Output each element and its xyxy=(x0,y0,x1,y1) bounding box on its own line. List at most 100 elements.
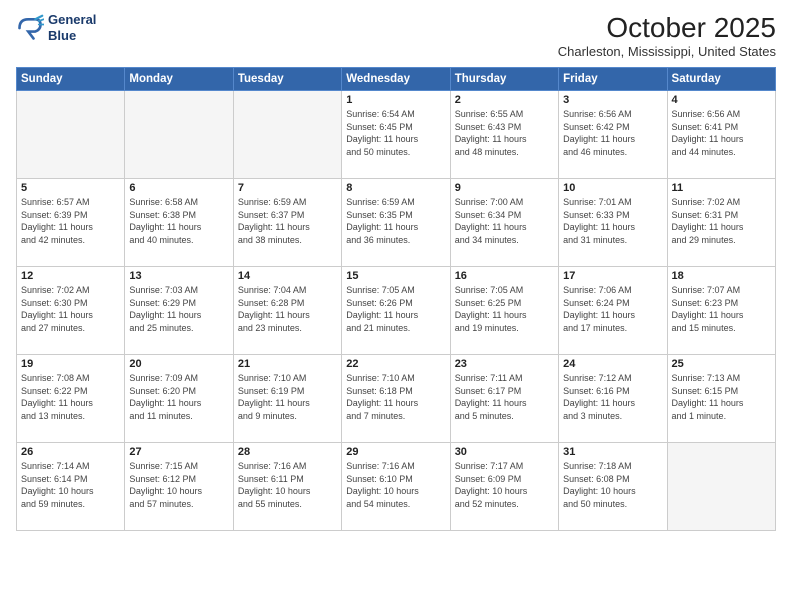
day-cell: 1 Sunrise: 6:54 AM Sunset: 6:45 PM Daylig… xyxy=(342,91,450,179)
day-cell: 11 Sunrise: 7:02 AM Sunset: 6:31 PM Dayli… xyxy=(667,179,775,267)
day-cell: 6 Sunrise: 6:58 AM Sunset: 6:38 PM Daylig… xyxy=(125,179,233,267)
day-info: Sunrise: 7:15 AM Sunset: 6:12 PM Dayligh… xyxy=(129,460,228,510)
day-cell: 27 Sunrise: 7:15 AM Sunset: 6:12 PM Dayli… xyxy=(125,443,233,531)
day-cell: 31 Sunrise: 7:18 AM Sunset: 6:08 PM Dayli… xyxy=(559,443,667,531)
day-cell: 12 Sunrise: 7:02 AM Sunset: 6:30 PM Dayli… xyxy=(17,267,125,355)
day-cell: 16Sunrise: 7:05 AM Sunset: 6:25 PM Dayli… xyxy=(450,267,558,355)
day-cell: 25Sunrise: 7:13 AM Sunset: 6:15 PM Dayli… xyxy=(667,355,775,443)
day-number: 7 xyxy=(238,182,337,194)
day-info: Sunrise: 7:16 AM Sunset: 6:11 PM Dayligh… xyxy=(238,460,337,510)
subtitle: Charleston, Mississippi, United States xyxy=(558,44,776,59)
day-cell: 10Sunrise: 7:01 AM Sunset: 6:33 PM Dayli… xyxy=(559,179,667,267)
day-info: Sunrise: 6:55 AM Sunset: 6:43 PM Dayligh… xyxy=(455,108,554,158)
week-row-0: 1 Sunrise: 6:54 AM Sunset: 6:45 PM Daylig… xyxy=(17,91,776,179)
day-info: Sunrise: 7:10 AM Sunset: 6:18 PM Dayligh… xyxy=(346,372,445,422)
day-number: 29 xyxy=(346,446,445,458)
day-cell: 4 Sunrise: 6:56 AM Sunset: 6:41 PM Daylig… xyxy=(667,91,775,179)
day-info: Sunrise: 7:03 AM Sunset: 6:29 PM Dayligh… xyxy=(129,284,228,334)
logo-text: General Blue xyxy=(48,12,96,43)
day-info: Sunrise: 7:09 AM Sunset: 6:20 PM Dayligh… xyxy=(129,372,228,422)
day-number: 18 xyxy=(672,270,771,282)
day-number: 21 xyxy=(238,358,337,370)
logo: General Blue xyxy=(16,12,96,43)
day-cell: 21 Sunrise: 7:10 AM Sunset: 6:19 PM Dayli… xyxy=(233,355,341,443)
day-cell: 3Sunrise: 6:56 AM Sunset: 6:42 PM Daylig… xyxy=(559,91,667,179)
day-number: 2 xyxy=(455,94,554,106)
day-number: 4 xyxy=(672,94,771,106)
day-info: Sunrise: 7:05 AM Sunset: 6:26 PM Dayligh… xyxy=(346,284,445,334)
day-info: Sunrise: 7:01 AM Sunset: 6:33 PM Dayligh… xyxy=(563,196,662,246)
week-row-3: 19 Sunrise: 7:08 AM Sunset: 6:22 PM Dayli… xyxy=(17,355,776,443)
day-cell: 5 Sunrise: 6:57 AM Sunset: 6:39 PM Daylig… xyxy=(17,179,125,267)
day-number: 17 xyxy=(563,270,662,282)
day-info: Sunrise: 6:59 AM Sunset: 6:35 PM Dayligh… xyxy=(346,196,445,246)
day-info: Sunrise: 7:16 AM Sunset: 6:10 PM Dayligh… xyxy=(346,460,445,510)
header: General Blue October 2025 Charleston, Mi… xyxy=(16,12,776,59)
day-number: 31 xyxy=(563,446,662,458)
col-sunday: Sunday xyxy=(17,68,125,91)
day-number: 6 xyxy=(129,182,228,194)
day-cell: 28 Sunrise: 7:16 AM Sunset: 6:11 PM Dayli… xyxy=(233,443,341,531)
day-number: 1 xyxy=(346,94,445,106)
day-info: Sunrise: 6:54 AM Sunset: 6:45 PM Dayligh… xyxy=(346,108,445,158)
day-cell: 22Sunrise: 7:10 AM Sunset: 6:18 PM Dayli… xyxy=(342,355,450,443)
day-info: Sunrise: 6:56 AM Sunset: 6:41 PM Dayligh… xyxy=(672,108,771,158)
day-info: Sunrise: 7:14 AM Sunset: 6:14 PM Dayligh… xyxy=(21,460,120,510)
page: General Blue October 2025 Charleston, Mi… xyxy=(0,0,792,612)
day-cell: 2 Sunrise: 6:55 AM Sunset: 6:43 PM Daylig… xyxy=(450,91,558,179)
col-monday: Monday xyxy=(125,68,233,91)
day-number: 3 xyxy=(563,94,662,106)
day-info: Sunrise: 7:06 AM Sunset: 6:24 PM Dayligh… xyxy=(563,284,662,334)
day-info: Sunrise: 7:18 AM Sunset: 6:08 PM Dayligh… xyxy=(563,460,662,510)
day-info: Sunrise: 6:58 AM Sunset: 6:38 PM Dayligh… xyxy=(129,196,228,246)
day-number: 14 xyxy=(238,270,337,282)
day-info: Sunrise: 6:57 AM Sunset: 6:39 PM Dayligh… xyxy=(21,196,120,246)
day-number: 24 xyxy=(563,358,662,370)
day-cell: 23Sunrise: 7:11 AM Sunset: 6:17 PM Dayli… xyxy=(450,355,558,443)
day-number: 15 xyxy=(346,270,445,282)
day-number: 19 xyxy=(21,358,120,370)
title-block: October 2025 Charleston, Mississippi, Un… xyxy=(558,12,776,59)
col-tuesday: Tuesday xyxy=(233,68,341,91)
day-number: 9 xyxy=(455,182,554,194)
day-number: 28 xyxy=(238,446,337,458)
day-number: 8 xyxy=(346,182,445,194)
day-cell xyxy=(125,91,233,179)
day-cell: 15 Sunrise: 7:05 AM Sunset: 6:26 PM Dayli… xyxy=(342,267,450,355)
day-number: 5 xyxy=(21,182,120,194)
day-info: Sunrise: 7:02 AM Sunset: 6:30 PM Dayligh… xyxy=(21,284,120,334)
day-info: Sunrise: 7:00 AM Sunset: 6:34 PM Dayligh… xyxy=(455,196,554,246)
day-cell: 29 Sunrise: 7:16 AM Sunset: 6:10 PM Dayli… xyxy=(342,443,450,531)
day-info: Sunrise: 7:02 AM Sunset: 6:31 PM Dayligh… xyxy=(672,196,771,246)
month-title: October 2025 xyxy=(558,12,776,44)
day-info: Sunrise: 7:12 AM Sunset: 6:16 PM Dayligh… xyxy=(563,372,662,422)
col-saturday: Saturday xyxy=(667,68,775,91)
day-number: 27 xyxy=(129,446,228,458)
day-number: 11 xyxy=(672,182,771,194)
day-number: 12 xyxy=(21,270,120,282)
day-info: Sunrise: 7:10 AM Sunset: 6:19 PM Dayligh… xyxy=(238,372,337,422)
header-row: Sunday Monday Tuesday Wednesday Thursday… xyxy=(17,68,776,91)
week-row-1: 5 Sunrise: 6:57 AM Sunset: 6:39 PM Daylig… xyxy=(17,179,776,267)
calendar-table: Sunday Monday Tuesday Wednesday Thursday… xyxy=(16,67,776,531)
day-cell xyxy=(667,443,775,531)
logo-line1: General xyxy=(48,12,96,28)
day-cell: 18 Sunrise: 7:07 AM Sunset: 6:23 PM Dayli… xyxy=(667,267,775,355)
day-number: 30 xyxy=(455,446,554,458)
day-info: Sunrise: 7:07 AM Sunset: 6:23 PM Dayligh… xyxy=(672,284,771,334)
day-cell: 8 Sunrise: 6:59 AM Sunset: 6:35 PM Daylig… xyxy=(342,179,450,267)
day-cell: 26 Sunrise: 7:14 AM Sunset: 6:14 PM Dayli… xyxy=(17,443,125,531)
day-number: 20 xyxy=(129,358,228,370)
day-info: Sunrise: 7:11 AM Sunset: 6:17 PM Dayligh… xyxy=(455,372,554,422)
day-cell: 7 Sunrise: 6:59 AM Sunset: 6:37 PM Daylig… xyxy=(233,179,341,267)
day-cell: 24 Sunrise: 7:12 AM Sunset: 6:16 PM Dayli… xyxy=(559,355,667,443)
col-friday: Friday xyxy=(559,68,667,91)
day-info: Sunrise: 7:04 AM Sunset: 6:28 PM Dayligh… xyxy=(238,284,337,334)
week-row-2: 12 Sunrise: 7:02 AM Sunset: 6:30 PM Dayli… xyxy=(17,267,776,355)
day-info: Sunrise: 7:08 AM Sunset: 6:22 PM Dayligh… xyxy=(21,372,120,422)
day-cell: 19 Sunrise: 7:08 AM Sunset: 6:22 PM Dayli… xyxy=(17,355,125,443)
day-info: Sunrise: 6:59 AM Sunset: 6:37 PM Dayligh… xyxy=(238,196,337,246)
col-thursday: Thursday xyxy=(450,68,558,91)
day-number: 26 xyxy=(21,446,120,458)
day-number: 25 xyxy=(672,358,771,370)
